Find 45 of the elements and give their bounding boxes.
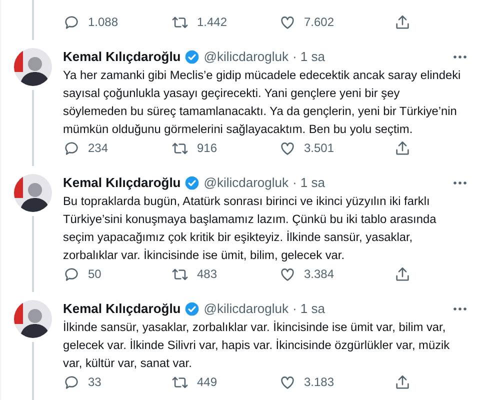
tweet-text: Bu topraklarda bugün, Atatürk sonrası birinci ve ikinci yüzyılın iki farklı Türkiye’sini konuşmaya başlamamız lazım. Çünkü bu iki tablo arasında seçim yapacağımız çok kritik bir eşikteyiz. İlkinde sansür, yasaklar, zorbalıklar var. İkincisinde ise ümit, bilim, gelecek var. xyxy=(63,193,438,264)
verified-badge-icon xyxy=(184,175,200,191)
author-name[interactable]: Kemal Kılıçdaroğlu xyxy=(63,48,181,66)
heart-icon[interactable] xyxy=(279,374,296,390)
tweet-text: Ya her zamanki gibi Meclis’e gidip mücadele edecektik ancak saray elindeki sayısal çoğunlukla yasayı geçirecekti. Yani gençlere yeni bir şey söylemeden bu süreç tamamlanacaktı. Ya da gençlerin, yeni bir Türkiye’nin mümkün olduğunu görmelerini sağlayacaktım. Ben bu yolu seçtim. xyxy=(63,67,462,138)
reply-icon[interactable] xyxy=(63,140,80,156)
like-count: 3.501 xyxy=(304,140,334,157)
more-icon[interactable] xyxy=(453,181,467,185)
reply-count: 234 xyxy=(88,140,108,157)
like-count: 3.183 xyxy=(304,374,334,391)
author-name[interactable]: Kemal Kılıçdaroğlu xyxy=(63,300,181,318)
avatar[interactable] xyxy=(14,174,52,212)
tweet-time[interactable]: · 1 sa xyxy=(292,48,325,66)
retweet-count: 449 xyxy=(197,374,218,391)
author-handle[interactable]: @kilicdarogluk xyxy=(204,300,288,318)
share-icon[interactable] xyxy=(394,266,411,282)
verified-badge-icon xyxy=(184,301,200,317)
tweet-time[interactable]: · 1 sa xyxy=(292,300,325,318)
heart-icon[interactable] xyxy=(279,140,296,156)
avatar[interactable] xyxy=(14,48,52,86)
retweet-count: 483 xyxy=(197,266,218,283)
like-count: 7.602 xyxy=(304,14,334,31)
avatar[interactable] xyxy=(14,300,52,338)
heart-icon[interactable] xyxy=(279,14,296,30)
reply-count: 50 xyxy=(88,266,102,283)
author-name[interactable]: Kemal Kılıçdaroğlu xyxy=(63,174,181,192)
retweet-count: 916 xyxy=(197,140,218,157)
tweet-text: İlkinde sansür, yasaklar, zorbalıklar var. İkincisinde ise ümit var, bilim var, gelecek var. İlkinde Silivri var, hapis var. İkincisinde özgürlükler var, müzik var, kültür var, sanat var. xyxy=(63,319,451,372)
author-handle[interactable]: @kilicdarogluk xyxy=(204,174,288,192)
reply-icon[interactable] xyxy=(63,374,80,390)
reply-icon[interactable] xyxy=(63,266,80,282)
reply-count: 1.088 xyxy=(88,14,118,31)
author-handle[interactable]: @kilicdarogluk xyxy=(204,48,288,66)
retweet-count: 1.442 xyxy=(197,14,228,31)
share-icon[interactable] xyxy=(394,14,411,30)
more-icon[interactable] xyxy=(453,307,467,311)
share-icon[interactable] xyxy=(394,140,411,156)
more-icon[interactable] xyxy=(453,55,467,59)
reply-icon[interactable] xyxy=(63,14,80,30)
share-icon[interactable] xyxy=(394,374,411,390)
tweet-time[interactable]: · 1 sa xyxy=(292,174,325,192)
verified-badge-icon xyxy=(184,49,200,65)
like-count: 3.384 xyxy=(304,266,334,283)
reply-count: 33 xyxy=(88,374,102,391)
heart-icon[interactable] xyxy=(279,266,296,282)
